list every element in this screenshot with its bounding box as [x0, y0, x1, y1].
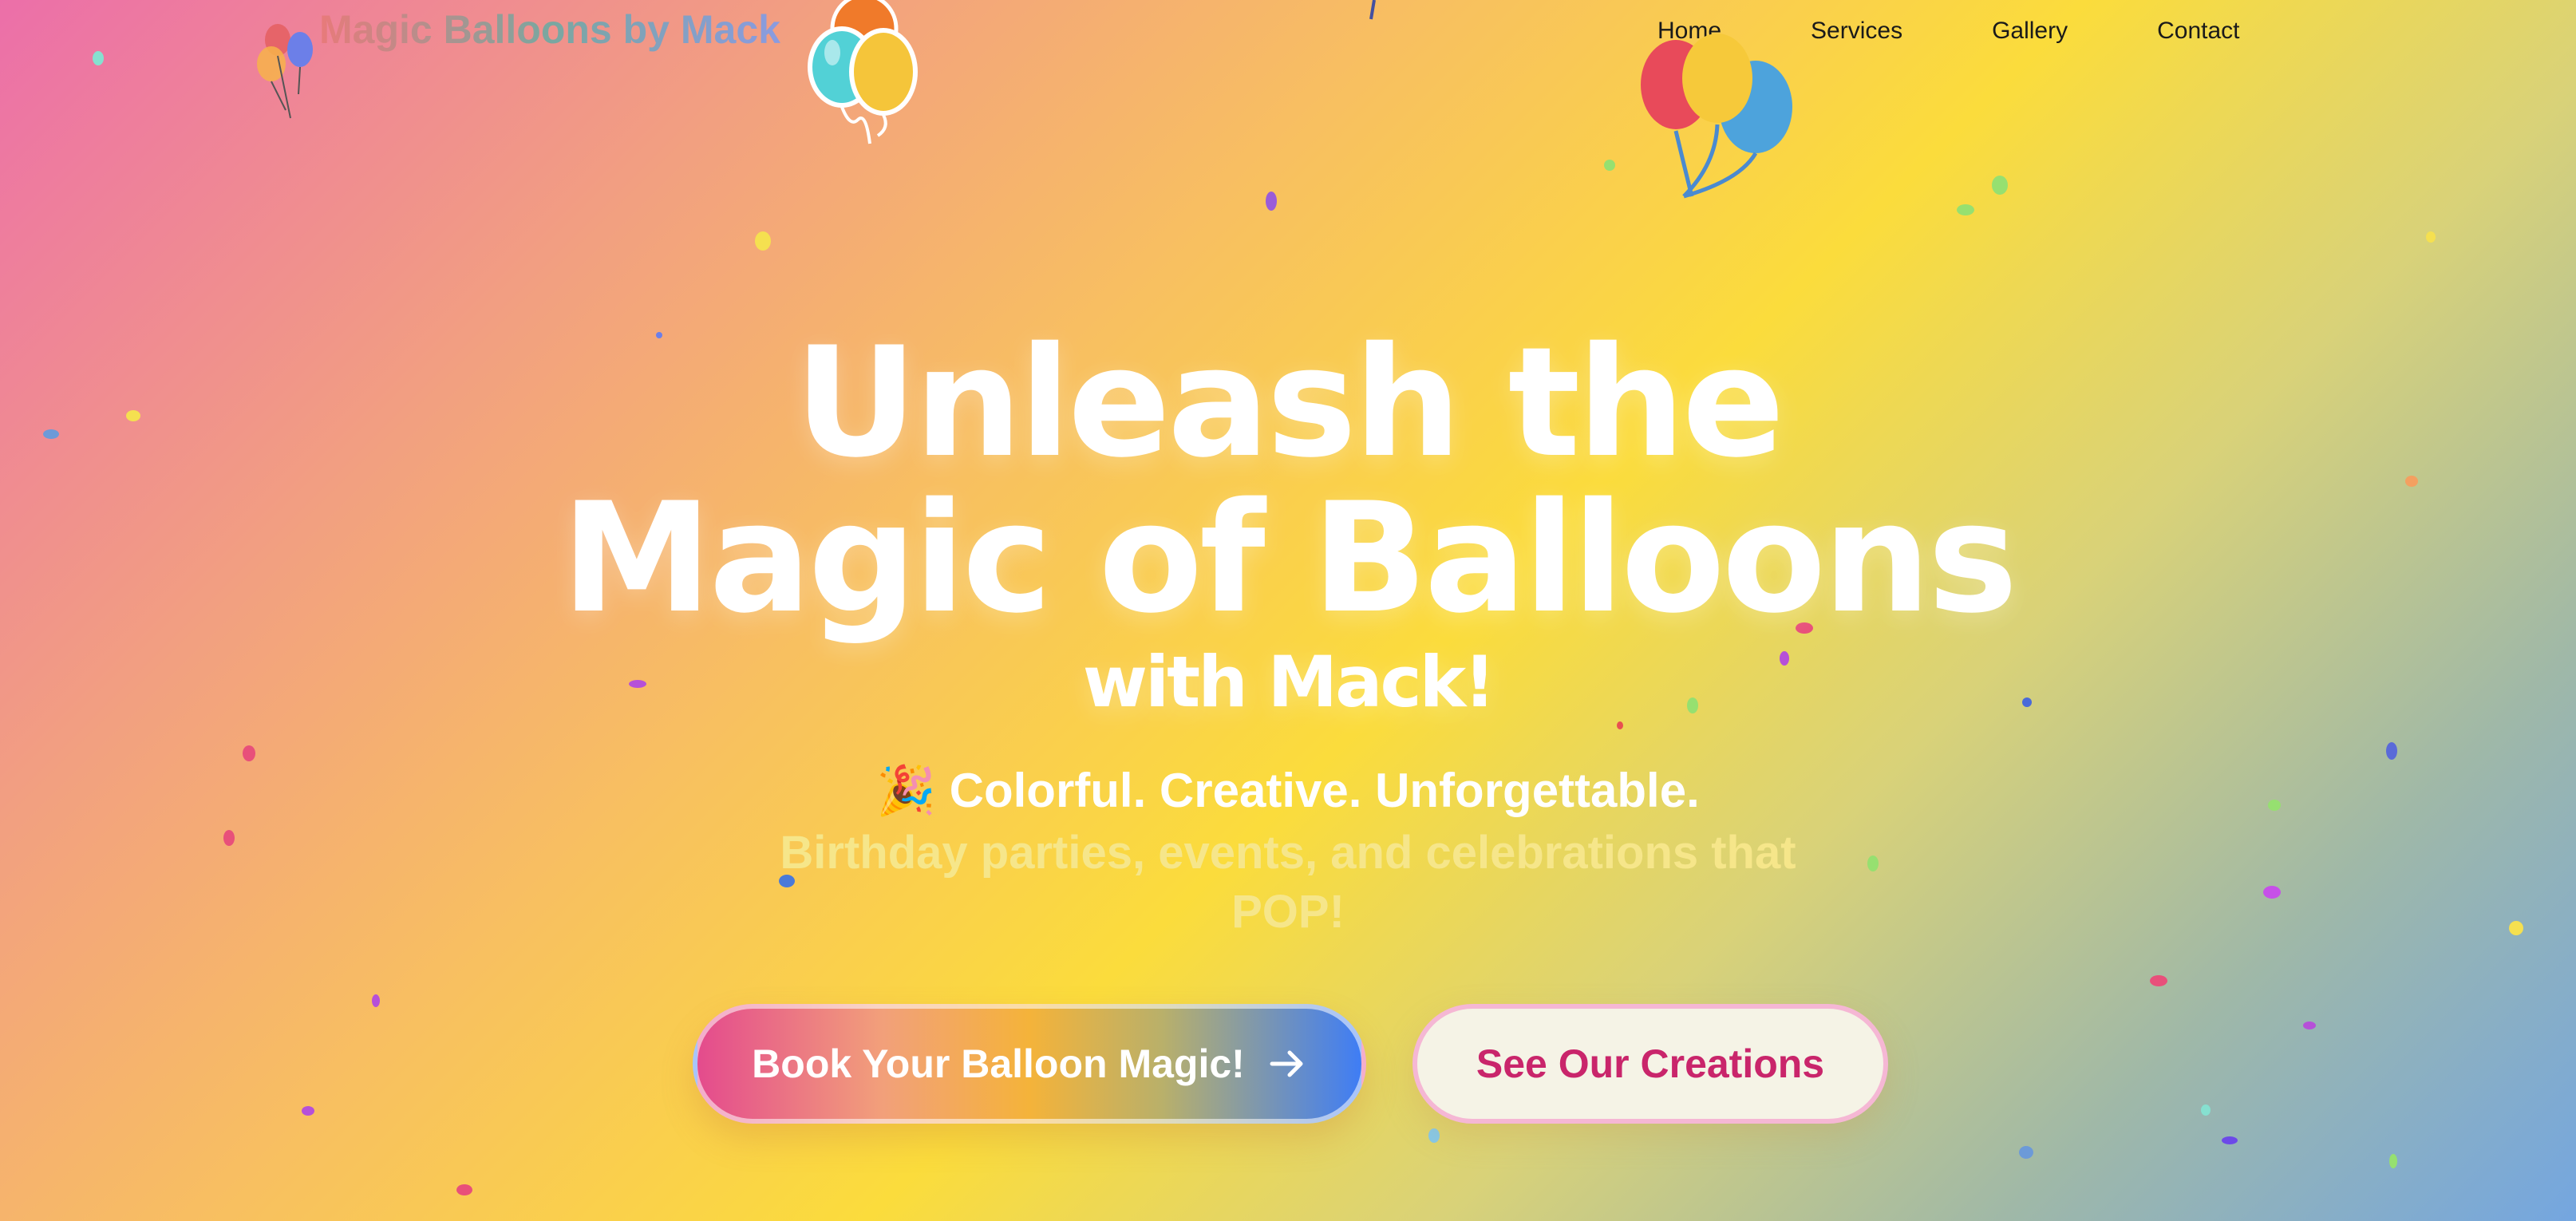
confetti-dot [2426, 231, 2436, 243]
confetti-dot [1617, 721, 1623, 729]
tagline-text: Colorful. Creative. Unforgettable. [949, 764, 1700, 817]
confetti-dot [456, 1184, 472, 1195]
party-popper-icon: 🎉 [876, 764, 936, 817]
balloon-trio-icon [1641, 34, 1792, 199]
balloon-pair-icon [808, 0, 918, 144]
confetti-dot [2150, 975, 2167, 986]
balloon-cluster-icon [257, 24, 313, 119]
confetti-dot [2303, 1021, 2316, 1029]
confetti-dot [755, 231, 771, 251]
confetti-dot [2222, 1136, 2238, 1144]
confetti-dot [1428, 1128, 1440, 1143]
book-balloon-magic-button[interactable]: Book Your Balloon Magic! [693, 1004, 1366, 1124]
confetti-dot [1604, 160, 1615, 171]
nav-gallery[interactable]: Gallery [1992, 18, 2068, 45]
confetti-dot [2386, 742, 2397, 760]
balloon-string-icon [1369, 0, 1376, 20]
confetti-dot [1957, 204, 1974, 215]
book-button-label: Book Your Balloon Magic! [752, 1041, 1245, 1086]
nav-services[interactable]: Services [1811, 18, 1902, 45]
hero-tagline: 🎉 Colorful. Creative. Unforgettable. [0, 762, 2576, 819]
confetti-dot [243, 745, 255, 761]
nav-contact[interactable]: Contact [2157, 18, 2239, 45]
confetti-dot [1992, 176, 2008, 195]
confetti-dot [302, 1106, 314, 1116]
confetti-dot [93, 51, 104, 65]
confetti-dot [2509, 921, 2523, 935]
confetti-dot [2389, 1154, 2397, 1168]
confetti-dot [372, 994, 380, 1007]
arrow-right-icon [1270, 1050, 1303, 1077]
confetti-dot [2019, 1146, 2033, 1159]
see-creations-button[interactable]: See Our Creations [1412, 1004, 1888, 1124]
hero-title-line-2: Magic of Balloons [561, 470, 2017, 646]
confetti-dot [223, 830, 235, 846]
confetti-dot [2201, 1104, 2211, 1116]
confetti-dot [1867, 855, 1879, 871]
confetti-dot [2263, 886, 2281, 899]
hero-subtitle: Birthday parties, events, and celebratio… [780, 827, 1796, 938]
confetti-dot [1266, 192, 1277, 211]
brand-logo-text[interactable]: Magic Balloons by Mack [319, 6, 780, 53]
hero-title-line-1: Unleash the [794, 314, 1784, 491]
hero-title-line-3: with Mack! [1082, 641, 1496, 723]
see-creations-label: See Our Creations [1476, 1041, 1825, 1086]
